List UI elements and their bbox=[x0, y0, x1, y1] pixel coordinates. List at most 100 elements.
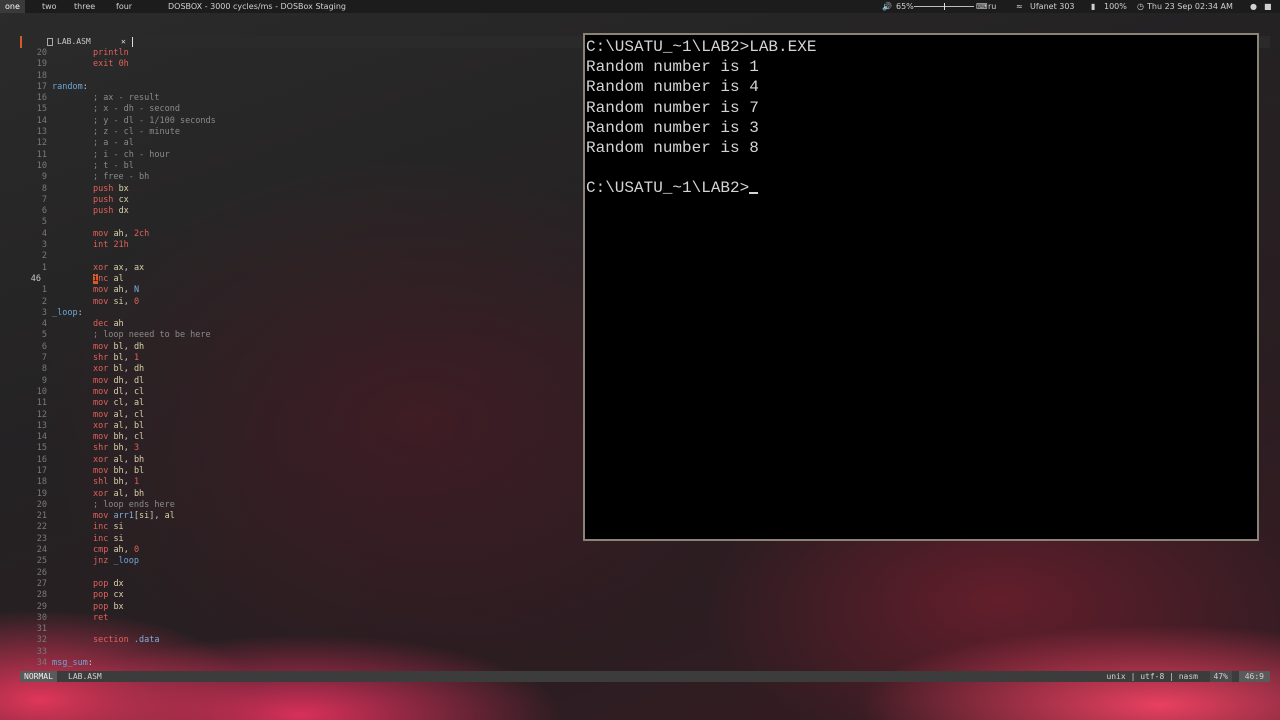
code-line[interactable]: 18 bbox=[20, 71, 580, 82]
code-line[interactable]: 3 int 21h bbox=[20, 240, 580, 251]
window-title: DOSBOX - 3000 cycles/ms - DOSBox Staging bbox=[168, 2, 347, 11]
code-token: 0 bbox=[133, 296, 140, 307]
workspace-two[interactable]: two bbox=[37, 0, 62, 13]
line-number: 8 bbox=[41, 183, 47, 194]
line-number: 33 bbox=[36, 646, 47, 657]
code-line[interactable]: 19 xor al, bh bbox=[20, 489, 580, 500]
code-line[interactable]: 22 inc si bbox=[20, 522, 580, 533]
code-line[interactable]: 23 inc si bbox=[20, 534, 580, 545]
datetime[interactable]: Thu 23 Sep 02:34 AM bbox=[1147, 0, 1233, 13]
code-line[interactable]: 16 xor al, bh bbox=[20, 455, 580, 466]
top-bar: one two three four DOSBOX - 3000 cycles/… bbox=[0, 0, 1280, 13]
code-line[interactable]: 27 pop dx bbox=[20, 579, 580, 590]
code-token: ; x - dh - second bbox=[92, 104, 180, 115]
code-line[interactable]: 1 mov ah, N bbox=[20, 285, 580, 296]
code-line[interactable]: 25 jnz _loop bbox=[20, 556, 580, 567]
code-line[interactable]: 1 xor ax, ax bbox=[20, 263, 580, 274]
code-token: cx bbox=[118, 194, 129, 205]
code-line[interactable]: 15 shr bh, 3 bbox=[20, 443, 580, 454]
code-token: bl bbox=[113, 341, 124, 352]
code-token: ; i - ch - hour bbox=[92, 149, 170, 160]
code-line[interactable]: 7 shr bl, 1 bbox=[20, 353, 580, 364]
code-area[interactable]: 20 println 19 exit 0h 18 17 random: 16 ; ax -… bbox=[20, 48, 580, 674]
code-line[interactable]: 2 bbox=[20, 251, 580, 262]
code-line[interactable]: 13 xor al, bl bbox=[20, 421, 580, 432]
code-line[interactable]: 24 cmp ah, 0 bbox=[20, 545, 580, 556]
code-line[interactable]: 34 msg_sum: bbox=[20, 658, 580, 669]
keyboard-layout[interactable]: ru bbox=[988, 0, 996, 13]
tray-app-icon[interactable]: ■ bbox=[1264, 0, 1272, 13]
code-line[interactable]: 13 ; z - cl - minute bbox=[20, 127, 580, 138]
tab-lab-asm[interactable]: LAB.ASM bbox=[57, 36, 91, 48]
code-line[interactable]: 11 mov cl, al bbox=[20, 398, 580, 409]
code-token: : bbox=[82, 81, 88, 92]
line-text: xor bl, dh bbox=[52, 364, 144, 375]
code-line[interactable]: 31 bbox=[20, 624, 580, 635]
battery-icon: ▮ bbox=[1091, 2, 1096, 11]
tab-close-icon[interactable]: ✕ bbox=[121, 36, 126, 48]
code-line[interactable]: 16 ; ax - result bbox=[20, 93, 580, 104]
code-line[interactable]: 17 mov bh, bl bbox=[20, 466, 580, 477]
code-line[interactable]: 17 random: bbox=[20, 82, 580, 93]
code-line[interactable]: 6 mov bl, dh bbox=[20, 342, 580, 353]
code-line[interactable]: 5 bbox=[20, 217, 580, 228]
volume-percent: 65% bbox=[896, 2, 914, 11]
code-line[interactable]: 20 ; loop ends here bbox=[20, 500, 580, 511]
network-name[interactable]: Ufanet 303 bbox=[1030, 0, 1075, 13]
code-line[interactable]: 19 exit 0h bbox=[20, 59, 580, 70]
code-line[interactable]: 12 mov al, cl bbox=[20, 410, 580, 421]
code-line[interactable]: 12 ; a - al bbox=[20, 138, 580, 149]
code-line[interactable]: 11 ; i - ch - hour bbox=[20, 150, 580, 161]
code-line[interactable]: 18 shl bh, 1 bbox=[20, 477, 580, 488]
code-token: , bbox=[123, 488, 134, 499]
code-line[interactable]: 4 dec ah bbox=[20, 319, 580, 330]
dosbox-window[interactable]: C:\USATU_~1\LAB2>LAB.EXE Random number is… bbox=[583, 33, 1259, 541]
code-line[interactable]: 10 ; t - bl bbox=[20, 161, 580, 172]
code-line[interactable]: 8 push bx bbox=[20, 184, 580, 195]
discord-icon[interactable]: ● bbox=[1250, 0, 1257, 13]
line-text: ; free - bh bbox=[52, 172, 149, 183]
line-text: shr bl, 1 bbox=[52, 353, 139, 364]
code-line[interactable]: 20 println bbox=[20, 48, 580, 59]
line-number: 16 bbox=[36, 93, 47, 104]
code-line[interactable]: 6 push dx bbox=[20, 206, 580, 217]
workspace-one[interactable]: one bbox=[0, 0, 25, 13]
code-line[interactable]: 3 _loop: bbox=[20, 308, 580, 319]
code-line[interactable]: 4 mov ah, 2ch bbox=[20, 229, 580, 240]
code-line[interactable]: 2 mov si, 0 bbox=[20, 297, 580, 308]
code-line[interactable]: 10 mov dl, cl bbox=[20, 387, 580, 398]
code-line[interactable]: 32 section .data bbox=[20, 635, 580, 646]
code-token: push bbox=[92, 206, 114, 217]
code-line[interactable]: 9 mov dh, dl bbox=[20, 376, 580, 387]
code-line[interactable]: 14 mov bh, cl bbox=[20, 432, 580, 443]
volume-icon[interactable]: 🔊 bbox=[882, 0, 892, 13]
code-line[interactable]: 15 ; x - dh - second bbox=[20, 104, 580, 115]
code-line[interactable]: 29 pop bx bbox=[20, 602, 580, 613]
line-number: 16 bbox=[36, 454, 47, 465]
code-line[interactable]: 30 ret bbox=[20, 613, 580, 624]
dosbox-prompt-line[interactable]: C:\USATU_~1\LAB2> bbox=[586, 178, 1257, 198]
workspace-four[interactable]: four bbox=[111, 0, 137, 13]
code-token: cmp bbox=[92, 545, 109, 556]
workspace-three[interactable]: three bbox=[69, 0, 100, 13]
volume-slider-knob[interactable] bbox=[944, 3, 945, 10]
code-line[interactable]: 7 push cx bbox=[20, 195, 580, 206]
code-token: dl bbox=[113, 386, 124, 397]
code-line[interactable]: 26 bbox=[20, 568, 580, 579]
code-line[interactable]: 28 pop cx bbox=[20, 590, 580, 601]
line-text: xor ax, ax bbox=[52, 263, 144, 274]
code-line[interactable]: 21 mov arr1[si], al bbox=[20, 511, 580, 522]
code-line[interactable]: 9 ; free - bh bbox=[20, 172, 580, 183]
code-line[interactable]: 8 xor bl, dh bbox=[20, 364, 580, 375]
code-line[interactable]: 5 ; loop neeed to be here bbox=[20, 330, 580, 341]
code-line[interactable]: 33 bbox=[20, 647, 580, 658]
code-line[interactable]: 14 ; y - dl - 1/100 seconds bbox=[20, 116, 580, 127]
code-token: dx bbox=[113, 578, 124, 589]
line-number: 32 bbox=[36, 635, 47, 646]
code-line-current[interactable]: 46 inc al bbox=[20, 273, 580, 285]
code-token: _loop bbox=[52, 307, 78, 318]
